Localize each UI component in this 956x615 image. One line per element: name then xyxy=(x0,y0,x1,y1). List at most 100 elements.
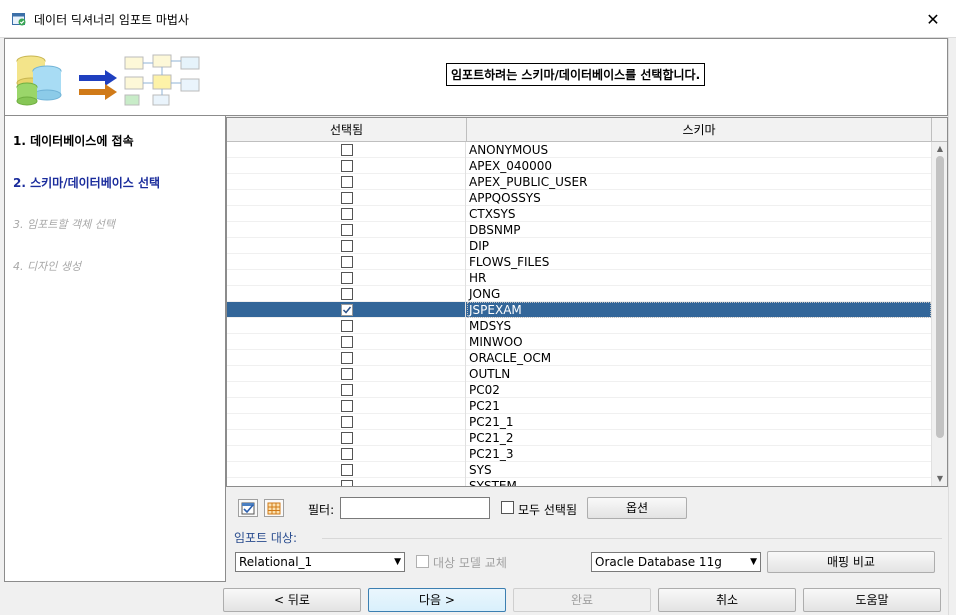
import-target-group: 임포트 대상: Relational_1 ▼ 대상 모델 교체 Oracle D… xyxy=(226,529,948,582)
next-button[interactable]: 다음 > xyxy=(368,588,506,612)
selected-cell xyxy=(227,398,466,414)
schema-checkbox[interactable] xyxy=(341,336,353,348)
schema-checkbox[interactable] xyxy=(341,384,353,396)
table-row[interactable]: CTXSYS xyxy=(227,206,932,222)
select-all-checkbox[interactable] xyxy=(501,501,514,514)
table-row[interactable]: PC21 xyxy=(227,398,932,414)
schema-checkbox[interactable] xyxy=(341,288,353,300)
table-row[interactable]: APPQOSSYS xyxy=(227,190,932,206)
schema-checkbox[interactable] xyxy=(341,144,353,156)
schema-rows: ANONYMOUS APEX_040000 APEX_PUBLIC_USER APPQ… xyxy=(227,142,932,486)
finish-button: 완료 xyxy=(513,588,651,612)
schema-checkbox[interactable] xyxy=(341,224,353,236)
help-button[interactable]: 도움말 xyxy=(803,588,941,612)
schema-checkbox[interactable] xyxy=(341,192,353,204)
schema-checkbox[interactable] xyxy=(341,432,353,444)
group-divider xyxy=(322,538,942,539)
selected-cell xyxy=(227,350,466,366)
selected-cell xyxy=(227,382,466,398)
check-all-button[interactable] xyxy=(238,499,258,517)
wizard-buttons: < 뒤로 다음 > 완료 취소 도움말 xyxy=(0,582,956,615)
uncheck-all-button[interactable] xyxy=(264,499,284,517)
table-row[interactable]: DIP xyxy=(227,238,932,254)
schema-checkbox[interactable] xyxy=(341,400,353,412)
table-row[interactable]: ORACLE_OCM xyxy=(227,350,932,366)
scroll-down-icon[interactable]: ▼ xyxy=(932,472,948,486)
schema-name: PC21_1 xyxy=(469,415,514,429)
table-row[interactable]: APEX_040000 xyxy=(227,158,932,174)
step-select-schema[interactable]: 2. 스키마/데이터베이스 선택 xyxy=(13,174,160,191)
options-button[interactable]: 옵션 xyxy=(587,497,687,519)
table-row[interactable]: OUTLN xyxy=(227,366,932,382)
table-row[interactable]: PC21_2 xyxy=(227,430,932,446)
chevron-down-icon: ▼ xyxy=(394,557,401,567)
database-select[interactable]: Oracle Database 11g ▼ xyxy=(591,552,761,572)
grid-icon xyxy=(267,502,281,515)
selected-cell xyxy=(227,414,466,430)
table-row[interactable]: JONG xyxy=(227,286,932,302)
vertical-scrollbar[interactable]: ▲ ▼ xyxy=(931,142,947,486)
schema-checkbox[interactable] xyxy=(341,256,353,268)
schema-checkbox[interactable] xyxy=(341,448,353,460)
table-row[interactable]: PC21_1 xyxy=(227,414,932,430)
compare-mapping-button[interactable]: 매핑 비교 xyxy=(767,551,935,573)
schema-checkbox[interactable] xyxy=(341,240,353,252)
column-header-selected[interactable]: 선택됨 xyxy=(227,118,467,142)
table-row[interactable]: APEX_PUBLIC_USER xyxy=(227,174,932,190)
scroll-up-icon[interactable]: ▲ xyxy=(932,142,948,156)
schema-checkbox[interactable] xyxy=(341,464,353,476)
close-icon: ✕ xyxy=(926,9,940,29)
column-header-corner xyxy=(932,118,947,142)
table-row[interactable]: DBSNMP xyxy=(227,222,932,238)
window-title: 데이터 딕셔너리 임포트 마법사 xyxy=(34,13,189,27)
schema-name: JONG xyxy=(469,287,501,301)
schema-checkbox[interactable] xyxy=(341,480,353,486)
table-row[interactable]: PC02 xyxy=(227,382,932,398)
selected-cell xyxy=(227,302,466,318)
table-row[interactable]: HR xyxy=(227,270,932,286)
schema-name: CTXSYS xyxy=(469,207,516,221)
schema-checkbox[interactable] xyxy=(341,304,353,316)
filter-input[interactable] xyxy=(340,497,490,519)
model-select[interactable]: Relational_1 ▼ xyxy=(235,552,405,572)
schema-checkbox[interactable] xyxy=(341,416,353,428)
table-row[interactable]: PC21_3 xyxy=(227,446,932,462)
schema-table: 선택됨 스키마 ANONYMOUS APEX_040000 APEX_PUBLIC_… xyxy=(226,117,948,487)
column-header-schema[interactable]: 스키마 xyxy=(467,118,932,142)
table-row[interactable]: ANONYMOUS xyxy=(227,142,932,158)
close-button[interactable]: ✕ xyxy=(910,0,956,38)
selected-cell xyxy=(227,174,466,190)
schema-name: HR xyxy=(469,271,487,285)
selected-cell xyxy=(227,238,466,254)
schema-name: SYSTEM xyxy=(469,479,517,486)
schema-name: JSPEXAM xyxy=(467,302,931,318)
schema-name: ANONYMOUS xyxy=(469,143,549,157)
selected-cell xyxy=(227,478,466,486)
import-illustration xyxy=(13,51,213,109)
schema-checkbox[interactable] xyxy=(341,368,353,380)
schema-name: FLOWS_FILES xyxy=(469,255,550,269)
schema-checkbox[interactable] xyxy=(341,320,353,332)
wizard-app-icon xyxy=(12,12,26,26)
selected-cell xyxy=(227,222,466,238)
table-row[interactable]: MDSYS xyxy=(227,318,932,334)
schema-name: PC21_2 xyxy=(469,431,514,445)
schema-checkbox[interactable] xyxy=(341,208,353,220)
table-row[interactable]: MINWOO xyxy=(227,334,932,350)
schema-checkbox[interactable] xyxy=(341,272,353,284)
table-row[interactable]: SYS xyxy=(227,462,932,478)
schema-checkbox[interactable] xyxy=(341,160,353,172)
schema-checkbox[interactable] xyxy=(341,176,353,188)
scrollbar-thumb[interactable] xyxy=(936,156,944,438)
filter-bar: 필터: 모두 선택됨 옵션 xyxy=(226,487,948,529)
schema-name: ORACLE_OCM xyxy=(469,351,552,365)
table-row[interactable]: SYSTEM xyxy=(227,478,932,486)
table-row[interactable]: JSPEXAM xyxy=(227,302,932,318)
replace-model-checkbox xyxy=(416,555,429,568)
back-button[interactable]: < 뒤로 xyxy=(223,588,361,612)
table-row[interactable]: FLOWS_FILES xyxy=(227,254,932,270)
schema-name: SYS xyxy=(469,463,492,477)
schema-checkbox[interactable] xyxy=(341,352,353,364)
step-connect-database[interactable]: 1. 데이터베이스에 접속 xyxy=(13,132,134,149)
cancel-button[interactable]: 취소 xyxy=(658,588,796,612)
